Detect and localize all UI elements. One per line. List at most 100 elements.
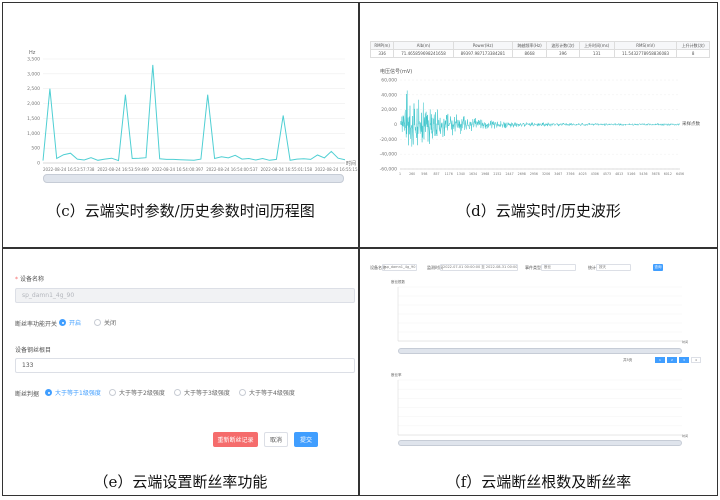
y-tick-label: 3,000 bbox=[27, 71, 40, 77]
x-tick-label: 260 bbox=[409, 172, 415, 176]
switch-off-label: 关闭 bbox=[104, 320, 117, 327]
judge-option-label: 大于等于1级强度 bbox=[55, 390, 101, 397]
y-tick-label: 20,000 bbox=[381, 107, 397, 113]
cancel-button[interactable]: 取消 bbox=[264, 432, 288, 447]
time-range-scrollbar[interactable] bbox=[43, 174, 344, 183]
x-tick-label: 4025 bbox=[579, 172, 587, 176]
x-tick-label: 6456 bbox=[676, 172, 684, 176]
radio-dot-icon bbox=[94, 319, 101, 326]
x-tick-label: 2022-08-24 16:55:01:158 bbox=[261, 167, 313, 172]
x-tick-label: 3467 bbox=[554, 172, 562, 176]
x-tick-label: 4306 bbox=[591, 172, 599, 176]
x-tick-label: 1176 bbox=[445, 172, 453, 176]
upper-scrollbar[interactable] bbox=[398, 348, 682, 354]
y-tick-label: 1,500 bbox=[27, 116, 40, 122]
x-tick-label: 5436 bbox=[639, 172, 647, 176]
pager-page-1[interactable]: 1 bbox=[655, 357, 665, 363]
x-tick-label: 1968 bbox=[481, 172, 489, 176]
x-tick-label: 5678 bbox=[652, 172, 660, 176]
pager-prefix: 共5页 bbox=[623, 358, 633, 362]
waveform-ylabel: 电压信号(mV) bbox=[380, 68, 412, 75]
x-tick-label: 2022-08-24 16:54:00:397 bbox=[152, 167, 204, 172]
panel-breakage-settings: * 设备名称 sp_damn1_4g_90 断丝率功能开关 开启 关闭 设备钢丝根… bbox=[2, 248, 359, 496]
judge-option-label: 大于等于4级强度 bbox=[249, 390, 295, 397]
pager-page-2[interactable]: 2 bbox=[667, 357, 677, 363]
x-end-label: 时间 bbox=[346, 160, 356, 167]
x-tick-label: 2022-08-24 16:55:15:886 bbox=[315, 167, 359, 172]
reset-record-button[interactable]: 重新断丝记录 bbox=[213, 432, 258, 447]
y-tick-label: -20,000 bbox=[380, 137, 398, 143]
x-tick-label: 4813 bbox=[615, 172, 623, 176]
x-tick-label: 5166 bbox=[627, 172, 635, 176]
y-tick-label: -60,000 bbox=[380, 167, 398, 173]
judge-option-label: 大于等于3级强度 bbox=[184, 390, 230, 397]
y-tick-label: 500 bbox=[31, 146, 40, 152]
x-tick-label: 2152 bbox=[493, 172, 501, 176]
waveform-chart: 电压信号(mV) 60,000 40,000 20,000 0 -20,000 -40,0… bbox=[380, 68, 701, 176]
switch-on-label: 开启 bbox=[69, 320, 82, 327]
y-tick-label: 0 bbox=[37, 161, 40, 167]
y-tick-label: -40,000 bbox=[380, 152, 398, 158]
judge-option-3[interactable]: 大于等于3级强度 bbox=[174, 388, 230, 397]
caption-e: （e）云端设置断丝率功能 bbox=[93, 473, 268, 491]
caption-f: （f）云端断丝根数及断丝率 bbox=[445, 473, 632, 491]
pager-page-3[interactable]: 3 bbox=[679, 357, 689, 363]
device-name-label-text: 设备名称 bbox=[20, 276, 45, 283]
submit-button[interactable]: 提交 bbox=[294, 432, 318, 447]
x-tick-label: 4573 bbox=[603, 172, 611, 176]
x-tick-label: 2447 bbox=[506, 172, 514, 176]
x-tick-label: 6012 bbox=[664, 172, 672, 176]
upper-x-end-label: 时间 bbox=[682, 339, 688, 344]
series-line bbox=[42, 64, 346, 162]
switch-on-radio[interactable]: 开启 bbox=[59, 318, 81, 327]
waveform-xlabel: 采样点数 bbox=[682, 120, 700, 127]
y-tick-label: 60,000 bbox=[381, 78, 397, 84]
lower-scrollbar[interactable] bbox=[398, 440, 682, 446]
judge-label: 断丝判据 bbox=[15, 391, 40, 398]
x-tick-label: 2022-08-24 16:54:00:537 bbox=[206, 167, 258, 172]
x-tick-label: 3206 bbox=[542, 172, 550, 176]
panel-waveform: RMP(m) Alb(m) Power(Hz) 跨越频率(Hz) 波形计数(次) 上升时间… bbox=[359, 2, 718, 248]
radio-dot-icon bbox=[59, 319, 66, 326]
x-tick-label: 1340 bbox=[457, 172, 465, 176]
x-tick-label: 2956 bbox=[530, 172, 538, 176]
caption-d: （d）云端实时/历史波形 bbox=[456, 202, 621, 220]
switch-off-radio[interactable]: 关闭 bbox=[94, 318, 116, 327]
judge-option-label: 大于等于2级强度 bbox=[119, 390, 165, 397]
y-tick-label: 40,000 bbox=[381, 92, 397, 98]
upper-ylabel: 断丝根数 bbox=[391, 279, 405, 284]
device-name-input[interactable]: sp_damn1_4g_90 bbox=[15, 288, 355, 303]
x-tick-label: 3766 bbox=[566, 172, 574, 176]
radio-dot-icon bbox=[109, 389, 116, 396]
y-unit-label: Hz bbox=[29, 50, 36, 56]
x-tick-label: 1 bbox=[399, 172, 401, 176]
y-tick-label: 2,500 bbox=[27, 86, 40, 92]
y-tick-label: 1,000 bbox=[27, 131, 40, 137]
judge-option-1[interactable]: 大于等于1级强度 bbox=[45, 388, 101, 397]
lower-x-end-label: 时间 bbox=[682, 433, 688, 438]
x-tick-label: 2698 bbox=[518, 172, 526, 176]
x-tick-label: 857 bbox=[433, 172, 439, 176]
y-tick-label: 3,500 bbox=[27, 57, 40, 63]
y-tick-label: 2,000 bbox=[27, 101, 40, 107]
wire-count-input[interactable]: 133 bbox=[15, 358, 355, 373]
waveform-line bbox=[399, 90, 680, 147]
radio-dot-icon bbox=[174, 389, 181, 396]
radio-dot-icon bbox=[239, 389, 246, 396]
judge-option-2[interactable]: 大于等于2级强度 bbox=[109, 388, 165, 397]
wire-count-label: 设备钢丝根目 bbox=[15, 347, 52, 354]
panel-breakage-stats: 设备名称 sp_damn1_4g_90 监测时间 2022-07-01 00:0… bbox=[359, 248, 718, 496]
y-tick-label: 0 bbox=[394, 122, 397, 128]
radio-dot-icon bbox=[45, 389, 52, 396]
breakage-switch-label: 断丝率功能开关 bbox=[15, 321, 58, 328]
device-name-label: * 设备名称 bbox=[15, 276, 45, 283]
x-tick-label: 2022-08-24 16:53:59:469 bbox=[97, 167, 149, 172]
panel-history-params: Hz 0 500 1,000 1,500 2,000 2,500 3,000 3,500 202… bbox=[2, 2, 359, 248]
x-tick-label: 1634 bbox=[469, 172, 477, 176]
judge-option-4[interactable]: 大于等于4级强度 bbox=[239, 388, 295, 397]
caption-c: （c）云端实时参数/历史参数时间历程图 bbox=[46, 202, 315, 220]
pager-page-4[interactable]: 4 bbox=[691, 357, 701, 363]
history-params-chart: Hz 0 500 1,000 1,500 2,000 2,500 3,000 3,500 202… bbox=[27, 50, 359, 172]
x-tick-label: 2022-08-24 16:53:57:738 bbox=[43, 167, 95, 172]
x-tick-label: 598 bbox=[421, 172, 427, 176]
